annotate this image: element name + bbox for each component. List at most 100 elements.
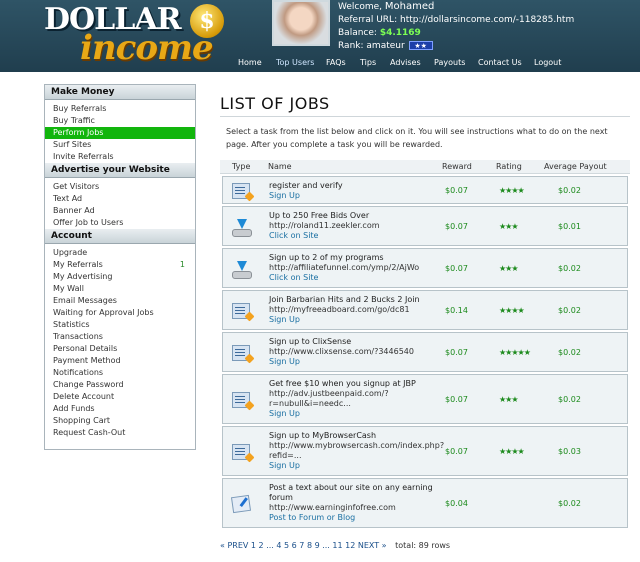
job-row[interactable]: Sign up to ClixSense http://www.clixsens… (222, 332, 628, 372)
job-action-link[interactable]: Sign Up (269, 461, 447, 471)
nav-contact-us[interactable]: Contact Us (478, 58, 522, 67)
page-link[interactable]: 7 (299, 541, 304, 550)
nav-faqs[interactable]: FAQs (326, 58, 346, 67)
job-url: http://www.earninginfofree.com (269, 503, 396, 512)
job-title: Sign up to 2 of my programs (269, 253, 384, 262)
job-row[interactable]: Sign up to MyBrowserCash http://www.mybr… (222, 426, 628, 476)
sidebar-item-payment-method[interactable]: Payment Method (45, 355, 195, 367)
job-average-payout: $0.02 (558, 264, 581, 273)
sidebar-item-my-referrals[interactable]: My Referrals 1 (45, 259, 195, 271)
job-action-link[interactable]: Click on Site (269, 273, 447, 283)
page-link[interactable]: 11 (332, 541, 342, 550)
nav-payouts[interactable]: Payouts (434, 58, 465, 67)
nav-advises[interactable]: Advises (390, 58, 421, 67)
job-average-payout: $0.02 (558, 348, 581, 357)
avatar[interactable] (272, 0, 330, 46)
sidebar-item-surf-sites[interactable]: Surf Sites (45, 139, 195, 151)
download-icon (232, 219, 252, 237)
page-link[interactable]: 1 (251, 541, 256, 550)
job-description: Get free $10 when you signup at JBP http… (269, 379, 447, 419)
job-row[interactable]: Join Barbarian Hits and 2 Bucks 2 Join h… (222, 290, 628, 330)
job-row[interactable]: Sign up to 2 of my programs http://affil… (222, 248, 628, 288)
sidebar-item-perform-jobs[interactable]: Perform Jobs (45, 127, 195, 139)
sidebar-item-waiting-approval[interactable]: Waiting for Approval Jobs (45, 307, 195, 319)
job-description: Sign up to ClixSense http://www.clixsens… (269, 337, 447, 367)
job-rating-stars: ★★★★ (499, 186, 525, 195)
sidebar-item-shopping-cart[interactable]: Shopping Cart (45, 415, 195, 427)
sidebar-item-personal-details[interactable]: Personal Details (45, 343, 195, 355)
column-name: Name (268, 162, 292, 171)
rank-label: Rank: (338, 41, 364, 51)
job-url: http://www.clixsense.com/?3446540 (269, 347, 414, 356)
nav-logout[interactable]: Logout (534, 58, 561, 67)
document-icon (232, 444, 250, 460)
page-link[interactable]: 6 (292, 541, 297, 550)
job-row[interactable]: Post a text about our site on any earnin… (222, 478, 628, 528)
sidebar-item-statistics[interactable]: Statistics (45, 319, 195, 331)
job-reward: $0.07 (445, 447, 468, 456)
job-title: Up to 250 Free Bids Over (269, 211, 370, 220)
job-row[interactable]: Get free $10 when you signup at JBP http… (222, 374, 628, 424)
job-action-link[interactable]: Click on Site (269, 231, 447, 241)
job-title: Sign up to ClixSense (269, 337, 352, 346)
page-title: LIST OF JOBS (220, 94, 330, 113)
page-link[interactable]: 4 (276, 541, 281, 550)
job-row[interactable]: register and verify Sign Up $0.07 ★★★★ $… (222, 176, 628, 204)
sidebar-item-request-cash-out[interactable]: Request Cash-Out (45, 427, 195, 439)
nav-tips[interactable]: Tips (360, 58, 376, 67)
nav-top-users[interactable]: Top Users (276, 58, 314, 67)
sidebar-heading-make-money: Make Money (45, 85, 195, 100)
sidebar-item-transactions[interactable]: Transactions (45, 331, 195, 343)
sidebar-item-banner-ad[interactable]: Banner Ad (45, 205, 195, 217)
job-average-payout: $0.02 (558, 186, 581, 195)
job-reward: $0.07 (445, 264, 468, 273)
total-rows: total: 89 rows (395, 541, 451, 550)
job-action-link[interactable]: Sign Up (269, 315, 447, 325)
sidebar-item-text-ad[interactable]: Text Ad (45, 193, 195, 205)
job-action-link[interactable]: Post to Forum or Blog (269, 513, 447, 523)
job-rating-stars: ★★★ (499, 264, 518, 273)
sidebar-item-email-messages[interactable]: Email Messages (45, 295, 195, 307)
nav-home[interactable]: Home (238, 58, 262, 67)
prev-page-link[interactable]: « PREV (220, 541, 248, 550)
pagination: « PREV 1 2 ... 4 5 6 7 8 9 ... 11 12 NEX… (220, 541, 450, 550)
job-action-link[interactable]: Sign Up (269, 357, 447, 367)
page-link[interactable]: 9 (315, 541, 320, 550)
page-link[interactable]: 2 (259, 541, 264, 550)
job-row[interactable]: Up to 250 Free Bids Over http://roland11… (222, 206, 628, 246)
sidebar-item-add-funds[interactable]: Add Funds (45, 403, 195, 415)
job-title: register and verify (269, 181, 343, 190)
job-title: Sign up to MyBrowserCash (269, 431, 377, 440)
job-rating-stars: ★★★★ (499, 306, 525, 315)
sidebar-item-label: My Referrals (53, 260, 103, 269)
page-link[interactable]: 8 (307, 541, 312, 550)
page-link[interactable]: 12 (345, 541, 355, 550)
job-reward: $0.14 (445, 306, 468, 315)
document-icon (232, 303, 250, 319)
job-average-payout: $0.02 (558, 395, 581, 404)
job-action-link[interactable]: Sign Up (269, 191, 447, 201)
sidebar-item-delete-account[interactable]: Delete Account (45, 391, 195, 403)
sidebar-item-my-wall[interactable]: My Wall (45, 283, 195, 295)
job-average-payout: $0.01 (558, 222, 581, 231)
jobs-table-header: Type Name Reward Rating Average Payout (220, 160, 630, 174)
job-average-payout: $0.03 (558, 447, 581, 456)
site-logo[interactable]: DOLLAR $ income (44, 2, 229, 68)
sidebar-item-offer-job[interactable]: Offer Job to Users (45, 217, 195, 229)
sidebar-item-my-advertising[interactable]: My Advertising (45, 271, 195, 283)
sidebar-item-buy-referrals[interactable]: Buy Referrals (45, 103, 195, 115)
next-page-link[interactable]: NEXT » (358, 541, 387, 550)
job-url: http://affiliatefunnel.com/ymp/2/AjWo (269, 263, 420, 272)
job-rating-stars: ★★★★ (499, 447, 525, 456)
balance-label: Balance: (338, 28, 377, 38)
sidebar-item-invite-referrals[interactable]: Invite Referrals (45, 151, 195, 163)
sidebar-item-get-visitors[interactable]: Get Visitors (45, 181, 195, 193)
sidebar-item-upgrade[interactable]: Upgrade (45, 247, 195, 259)
sidebar-item-buy-traffic[interactable]: Buy Traffic (45, 115, 195, 127)
page-link[interactable]: 5 (284, 541, 289, 550)
document-icon (232, 183, 250, 199)
referral-label: Referral URL: (338, 15, 398, 25)
sidebar-item-change-password[interactable]: Change Password (45, 379, 195, 391)
sidebar-item-notifications[interactable]: Notifications (45, 367, 195, 379)
job-action-link[interactable]: Sign Up (269, 409, 447, 419)
